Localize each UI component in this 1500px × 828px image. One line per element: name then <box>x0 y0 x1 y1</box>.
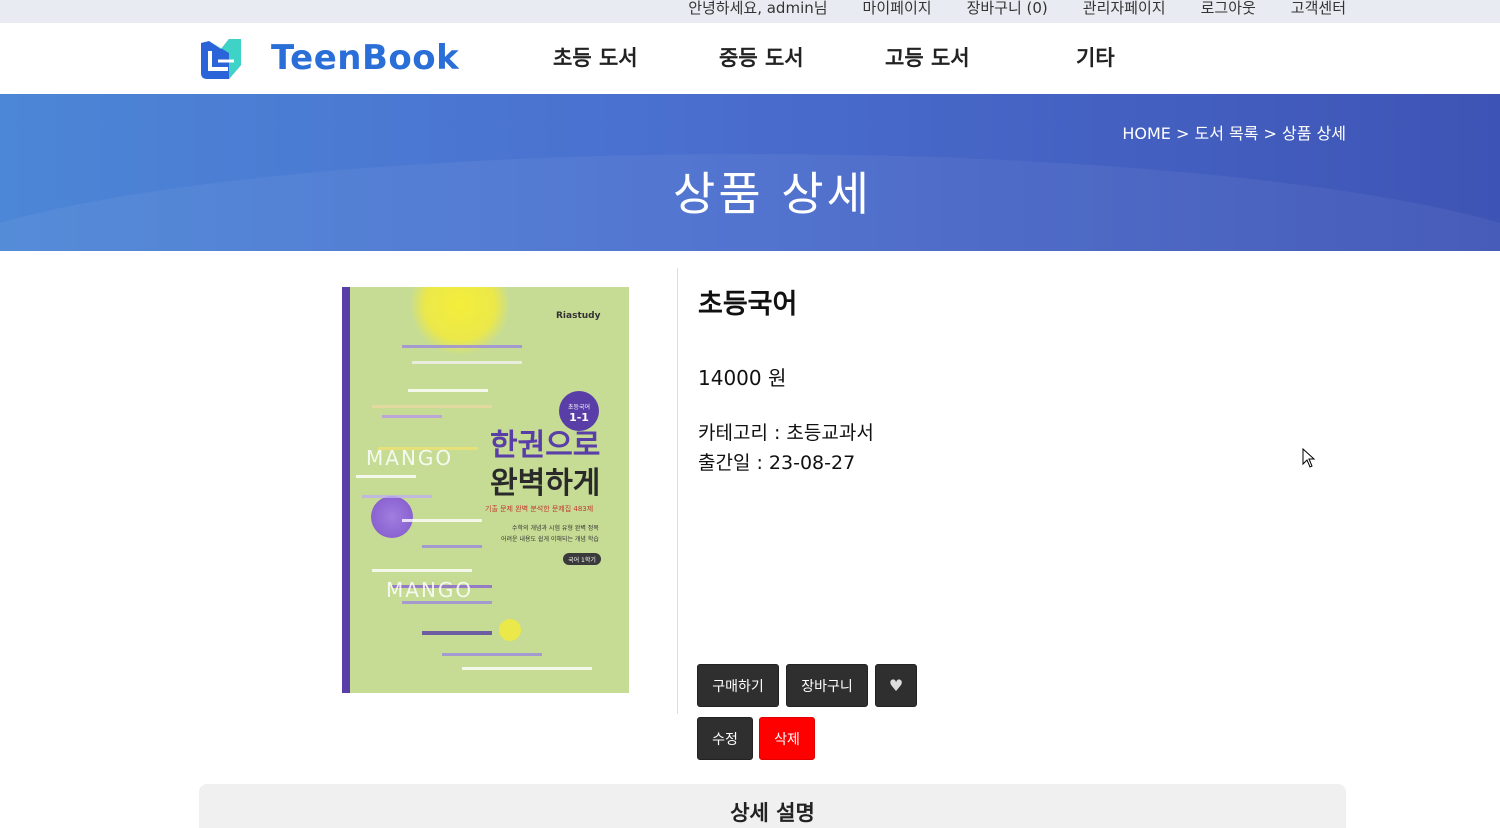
nav-elementary[interactable]: 초등 도서 <box>553 42 638 72</box>
admin-page-link[interactable]: 관리자페이지 <box>1083 0 1166 18</box>
buy-button[interactable]: 구매하기 <box>697 664 779 707</box>
page-title: 상품 상세 <box>673 167 872 221</box>
logout-link[interactable]: 로그아웃 <box>1201 0 1256 18</box>
cart-link[interactable]: 장바구니 (0) <box>967 0 1048 18</box>
edit-button[interactable]: 수정 <box>697 717 753 760</box>
page-banner: HOME > 도서 목록 > 상품 상세 상품 상세 <box>0 94 1500 251</box>
book-cover-image: MANGO MANGO Riastudy 초등국어 1-1 한권으로 완벽하게 … <box>342 287 629 693</box>
cover-desc-2: 어려운 내용도 쉽게 이해되는 개념 학습 <box>501 535 599 543</box>
cover-badge-top: 초등국어 <box>568 403 590 411</box>
top-utility-bar: 안녕하세요, admin님 마이페이지 장바구니 (0) 관리자페이지 로그아웃… <box>0 0 1500 23</box>
mouse-cursor-icon <box>1302 448 1316 468</box>
delete-button[interactable]: 삭제 <box>759 717 815 760</box>
mypage-link[interactable]: 마이페이지 <box>863 0 932 18</box>
product-category: 카테고리 : 초등교과서 <box>698 422 874 444</box>
product-name: 초등국어 <box>698 289 798 320</box>
cover-subtitle: 기출 문제 완벽 분석한 문제집 483제 <box>485 504 593 513</box>
nav-high[interactable]: 고등 도서 <box>885 42 970 72</box>
product-meta: 카테고리 : 초등교과서 출간일 : 23-08-27 <box>698 418 874 478</box>
utility-links: 안녕하세요, admin님 마이페이지 장바구니 (0) 관리자페이지 로그아웃… <box>653 0 1346 18</box>
site-header: TeenBook 초등 도서 중등 도서 고등 도서 기타 <box>0 23 1500 94</box>
nav-other[interactable]: 기타 <box>1076 42 1115 72</box>
cover-artwork: MANGO MANGO Riastudy 초등국어 1-1 한권으로 완벽하게 … <box>356 287 601 670</box>
product-price: 14000 원 <box>698 366 787 390</box>
add-to-cart-button[interactable]: 장바구니 <box>786 664 868 707</box>
nav-middle[interactable]: 중등 도서 <box>719 42 804 72</box>
cover-publisher: Riastudy <box>556 311 601 321</box>
main-nav: 초등 도서 중등 도서 고등 도서 기타 <box>0 42 1500 72</box>
cover-mango-text-2: MANGO <box>386 578 473 602</box>
cover-mango-text: MANGO <box>366 446 453 470</box>
detail-heading: 상세 설명 <box>730 801 815 825</box>
cover-desc-1: 수학의 개념과 시험 유형 완벽 정복 <box>512 524 599 532</box>
cover-headline-2: 완벽하게 <box>490 466 600 501</box>
cover-tag: 국어 1학기 <box>568 556 596 564</box>
cover-headline-1: 한권으로 <box>490 428 600 463</box>
breadcrumb: HOME > 도서 목록 > 상품 상세 <box>1122 124 1346 143</box>
vertical-divider <box>677 268 678 714</box>
cover-badge-bottom: 1-1 <box>569 411 589 424</box>
wishlist-heart-button[interactable]: ♥ <box>875 664 917 707</box>
greeting-text: 안녕하세요, admin님 <box>688 0 828 17</box>
detail-description-section: 상세 설명 <box>199 784 1346 828</box>
customer-center-link[interactable]: 고객센터 <box>1291 0 1346 18</box>
product-release-date: 출간일 : 23-08-27 <box>698 452 856 474</box>
